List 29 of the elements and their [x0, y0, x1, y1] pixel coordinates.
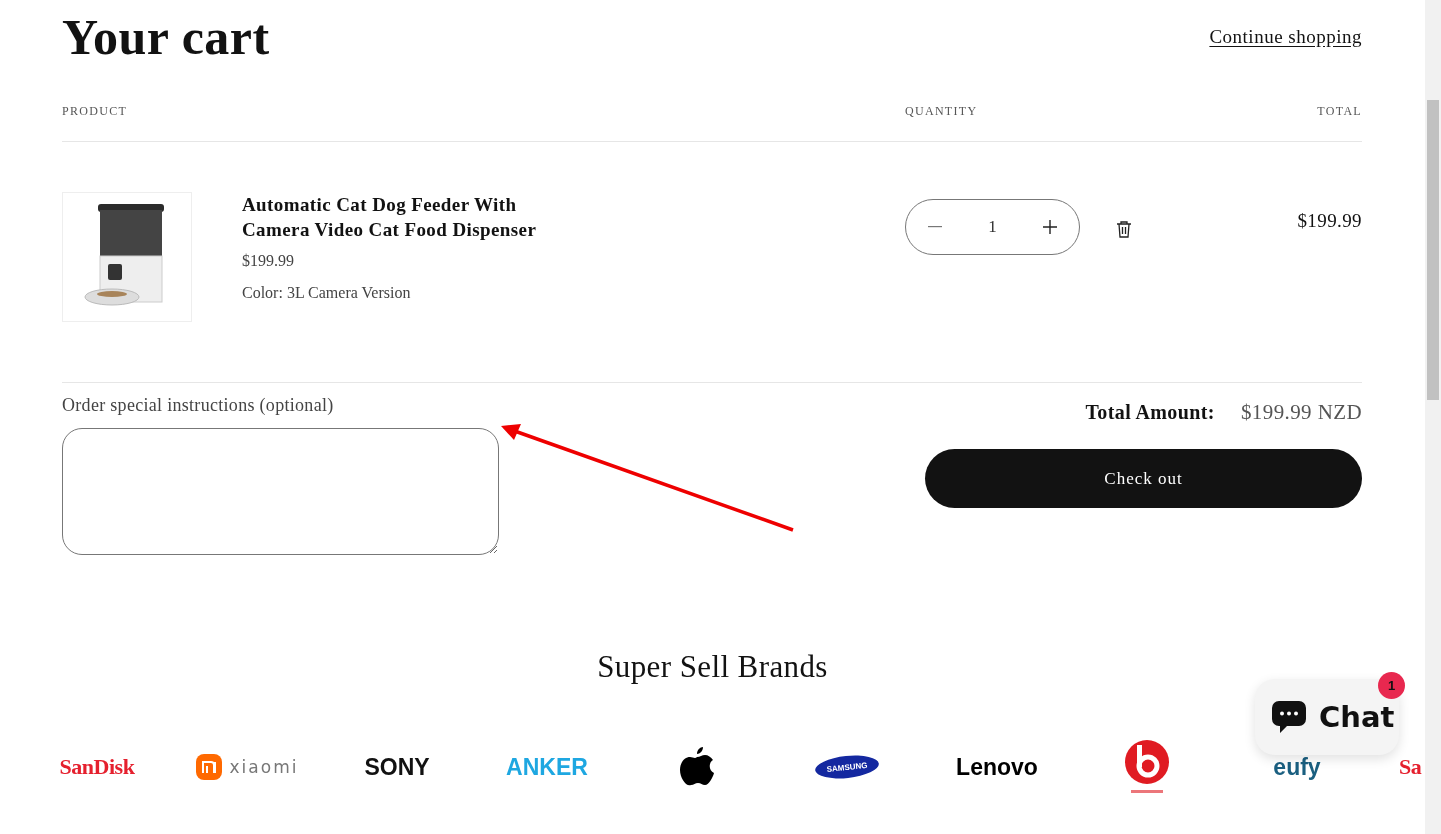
minus-icon [928, 226, 942, 228]
column-header: TOTAL [1317, 104, 1362, 118]
page-title: Your cart [62, 7, 270, 66]
brand-logo: Sa [1399, 754, 1422, 780]
chat-bubble-icon [1271, 700, 1307, 734]
brand-logo: eufy [1273, 753, 1321, 781]
brand-logo: SanDisk [59, 754, 135, 780]
brand-logo: ANKER [506, 753, 588, 781]
brand-logo: Lenovo [956, 753, 1038, 781]
checkout-button[interactable]: Check out [925, 449, 1362, 508]
product-option: Color: 3L Camera Version [242, 284, 582, 302]
brand-logo: SONY [364, 753, 430, 781]
product-price: $199.99 [242, 252, 295, 270]
quantity-field[interactable]: 1 [964, 217, 1021, 237]
product-name[interactable]: Automatic Cat Dog Feeder With Camera Video Cat Food Dispenser [242, 192, 582, 242]
notification-badge: 1 [1378, 672, 1405, 699]
line-total: $199.99 [1297, 210, 1362, 231]
instructions-field[interactable] [62, 428, 499, 555]
instructions-label: Order special instructions (optional) [62, 395, 335, 416]
brand-logo: xiaomi [229, 757, 299, 777]
column-header: QUANTITY [905, 104, 978, 118]
continue-shopping-link[interactable]: Continue shopping [1209, 25, 1362, 48]
product-image[interactable] [62, 192, 192, 322]
column-header: PRODUCT [62, 104, 128, 118]
trash-icon[interactable] [1116, 221, 1132, 238]
brands-heading: Super Sell Brands [596, 649, 829, 685]
plus-icon [1043, 220, 1057, 234]
total-label: Total Amount: [1085, 401, 1215, 424]
total-amount: $199.99 NZD [1240, 400, 1362, 425]
